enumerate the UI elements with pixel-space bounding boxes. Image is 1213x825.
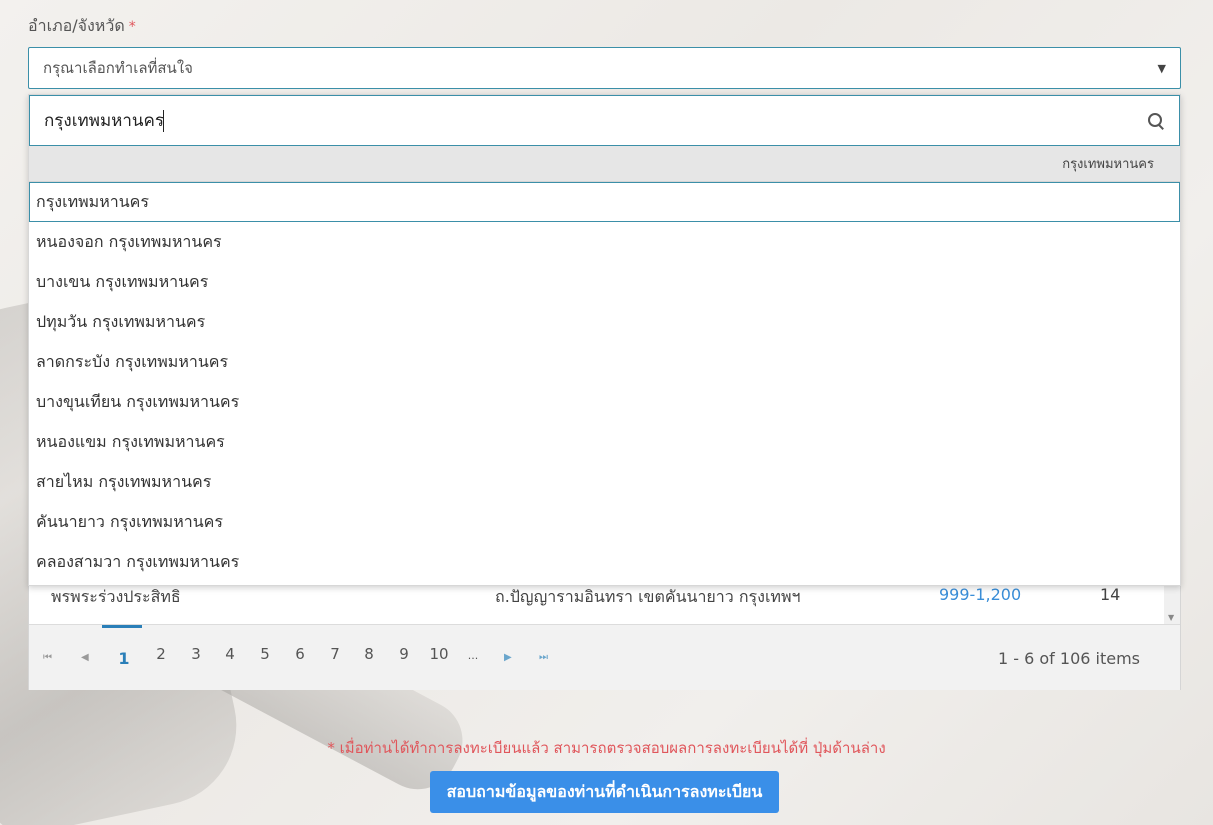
- list-item[interactable]: บางขุนเทียน กรุงเทพมหานคร: [29, 382, 1180, 422]
- page-9[interactable]: 9: [389, 645, 419, 663]
- page-2[interactable]: 2: [146, 645, 176, 663]
- search-input[interactable]: [44, 110, 164, 131]
- search-icon[interactable]: [1147, 112, 1165, 130]
- page-6[interactable]: 6: [285, 645, 315, 663]
- caret-down-icon[interactable]: ▼: [1158, 62, 1166, 75]
- list-item[interactable]: หนองจอก กรุงเทพมหานคร: [29, 222, 1180, 262]
- text-cursor: [163, 109, 164, 132]
- next-page-icon[interactable]: ▶: [504, 652, 512, 663]
- page-10[interactable]: 10: [424, 645, 454, 663]
- required-mark: *: [128, 19, 136, 35]
- page-8[interactable]: 8: [354, 645, 384, 663]
- dropdown-search[interactable]: [29, 95, 1180, 146]
- list-item[interactable]: คลองสามวา กรุงเทพมหานคร: [29, 542, 1180, 582]
- field-label-text: อำเภอ/จังหวัด: [28, 16, 125, 35]
- row-price: 999-1,200: [939, 585, 1022, 604]
- list-item[interactable]: คันนายาว กรุงเทพมหานคร: [29, 502, 1180, 542]
- row-name: พรพระร่วงประสิทธิ: [51, 587, 181, 606]
- location-dropdown: กรุงเทพมหานคร กรุงเทพมหานคร หนองจอก กรุง…: [28, 94, 1181, 586]
- active-page-indicator: [102, 625, 142, 628]
- row-count: 14: [1100, 585, 1121, 604]
- last-page-icon[interactable]: ⏭: [539, 652, 548, 663]
- list-item[interactable]: กรุงเทพมหานคร: [29, 182, 1180, 222]
- page-3[interactable]: 3: [181, 645, 211, 663]
- select-value: กรุณาเลือกทำเลที่สนใจ: [43, 59, 193, 77]
- scroll-down-icon[interactable]: ▼: [1168, 613, 1174, 622]
- prev-page-icon[interactable]: ◀: [81, 652, 89, 663]
- field-label: อำเภอ/จังหวัด *: [28, 14, 136, 39]
- page-1[interactable]: 1: [109, 649, 139, 668]
- list-item[interactable]: ลาดกระบัง กรุงเทพมหานคร: [29, 342, 1180, 382]
- list-item[interactable]: หนองแขม กรุงเทพมหานคร: [29, 422, 1180, 462]
- page-more[interactable]: ...: [458, 649, 488, 662]
- group-header: กรุงเทพมหานคร: [29, 146, 1180, 182]
- location-select[interactable]: กรุณาเลือกทำเลที่สนใจ ▼: [28, 47, 1181, 89]
- first-page-icon[interactable]: ⏮: [43, 652, 52, 663]
- pager: ⏮ ◀ 1 2 3 4 5 6 7 8 9 10 ... ▶ ⏭ 1 - 6 o…: [29, 624, 1180, 690]
- registration-note: * เมื่อท่านได้ทำการลงทะเบียนแล้ว สามารถต…: [327, 739, 886, 757]
- list-item[interactable]: บางเขน กรุงเทพมหานคร: [29, 262, 1180, 302]
- page-5[interactable]: 5: [250, 645, 280, 663]
- inquiry-button[interactable]: สอบถามข้อมูลของท่านที่ดำเนินการลงทะเบียน: [430, 771, 779, 813]
- page-7[interactable]: 7: [320, 645, 350, 663]
- pager-info: 1 - 6 of 106 items: [997, 649, 1140, 668]
- row-address: ถ.ปัญญารามอินทรา เขตคันนายาว กรุงเทพฯ: [495, 587, 801, 606]
- page-4[interactable]: 4: [215, 645, 245, 663]
- list-item[interactable]: สายไหม กรุงเทพมหานคร: [29, 462, 1180, 502]
- list-item[interactable]: ปทุมวัน กรุงเทพมหานคร: [29, 302, 1180, 342]
